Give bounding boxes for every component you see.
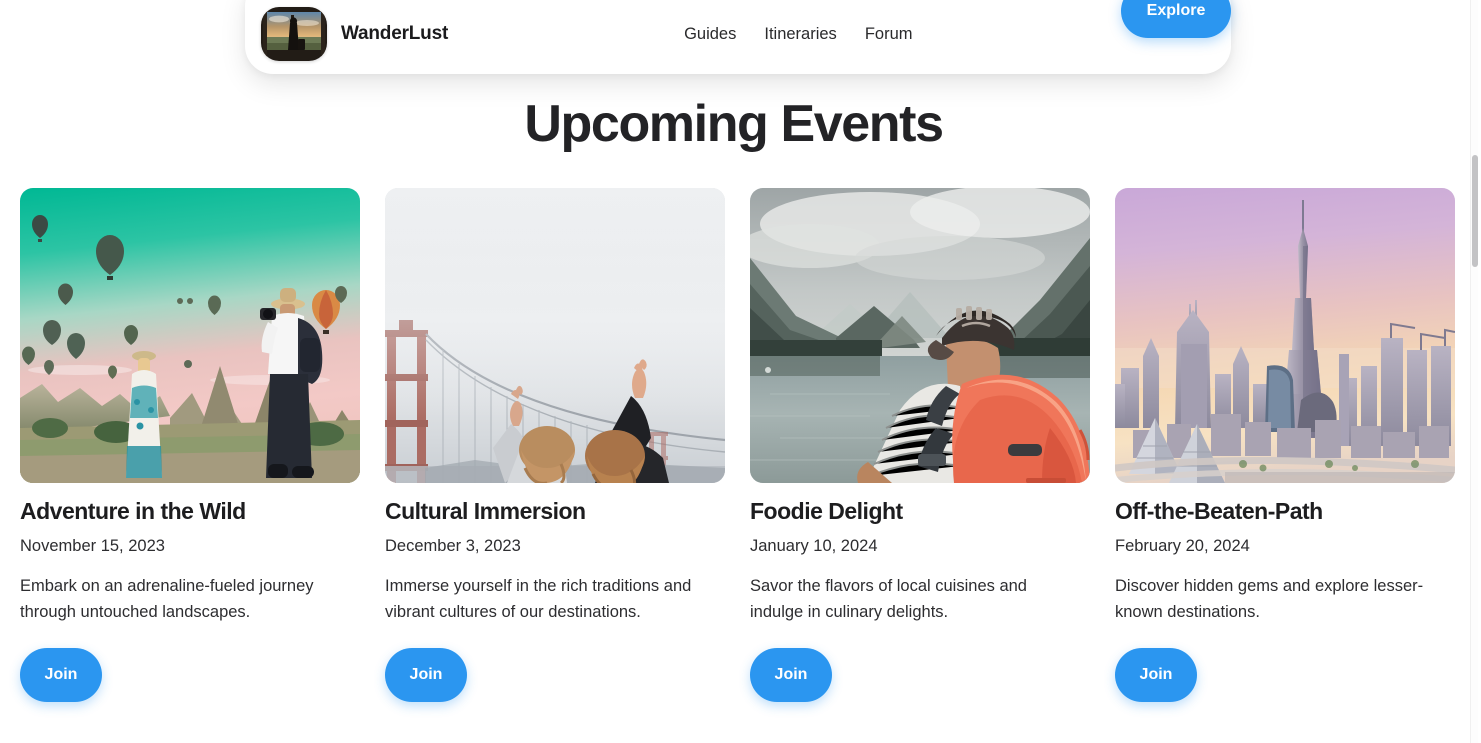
event-card-title: Off-the-Beaten-Path xyxy=(1115,498,1323,524)
event-card-description: Immerse yourself in the rich traditions … xyxy=(385,577,692,621)
event-card[interactable]: Adventure in the Wild November 15, 2023 … xyxy=(20,188,360,702)
event-card-image-cultural-immersion xyxy=(385,188,725,483)
event-card-image-off-the-beaten-path xyxy=(1115,188,1455,483)
explore-button[interactable]: Explore xyxy=(1121,0,1231,38)
event-card-description: Embark on an adrenaline-fueled journey t… xyxy=(20,577,314,621)
event-card-description: Discover hidden gems and explore lesser-… xyxy=(1115,577,1424,621)
site-header: WanderLust Guides Itineraries Forum Expl… xyxy=(245,0,1231,74)
join-button[interactable]: Join xyxy=(750,647,832,702)
event-card[interactable]: Off-the-Beaten-Path February 20, 2024 Di… xyxy=(1115,188,1455,702)
join-button[interactable]: Join xyxy=(20,647,102,702)
nav-link-itineraries[interactable]: Itineraries xyxy=(764,25,836,44)
primary-nav: Guides Itineraries Forum xyxy=(684,25,912,44)
event-card-date: January 10, 2024 xyxy=(750,537,878,556)
brand[interactable]: WanderLust xyxy=(261,7,448,61)
event-card-title: Adventure in the Wild xyxy=(20,498,246,524)
traveler-silhouette-logo-icon xyxy=(261,7,327,61)
page-title: Upcoming Events xyxy=(524,95,944,153)
scrollbar-thumb[interactable] xyxy=(1472,155,1478,267)
page-viewport: WanderLust Guides Itineraries Forum Expl… xyxy=(0,0,1467,743)
event-card-title: Cultural Immersion xyxy=(385,498,586,524)
events-grid: Adventure in the Wild November 15, 2023 … xyxy=(20,188,1455,702)
nav-link-guides[interactable]: Guides xyxy=(684,25,736,44)
event-card-date: February 20, 2024 xyxy=(1115,537,1250,556)
header-inner: WanderLust Guides Itineraries Forum Expl… xyxy=(245,0,1231,66)
event-card-image-foodie-delight xyxy=(750,188,1090,483)
event-card-date: December 3, 2023 xyxy=(385,537,521,556)
event-card-description: Savor the flavors of local cuisines and … xyxy=(750,577,1027,621)
event-card-date: November 15, 2023 xyxy=(20,537,165,556)
event-card[interactable]: Foodie Delight January 10, 2024 Savor th… xyxy=(750,188,1090,702)
event-card-title: Foodie Delight xyxy=(750,498,903,524)
event-card[interactable]: Cultural Immersion December 3, 2023 Imme… xyxy=(385,188,725,702)
join-button[interactable]: Join xyxy=(385,647,467,702)
event-card-image-adventure-in-the-wild xyxy=(20,188,360,483)
join-button[interactable]: Join xyxy=(1115,647,1197,702)
nav-link-forum[interactable]: Forum xyxy=(865,25,913,44)
brand-name: WanderLust xyxy=(341,23,449,44)
vertical-scrollbar[interactable] xyxy=(1470,0,1478,743)
